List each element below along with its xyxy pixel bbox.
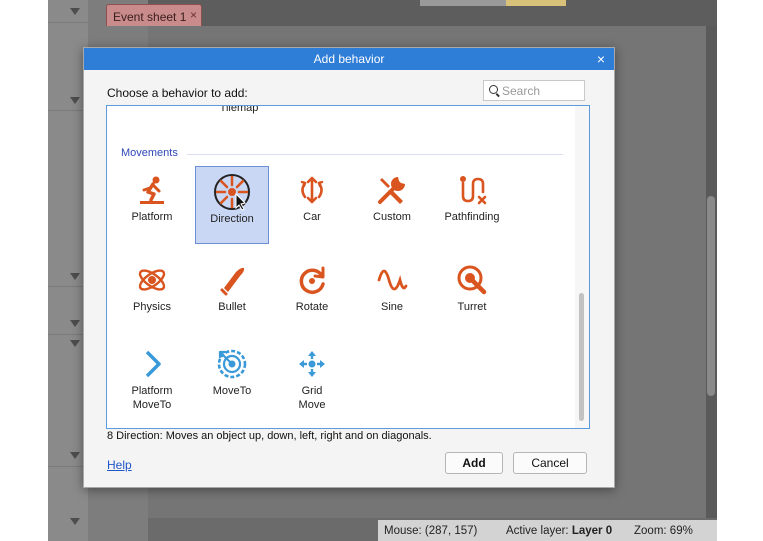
search-icon (489, 85, 498, 94)
collapse-arrow-icon[interactable] (70, 273, 80, 280)
collapse-arrow-icon[interactable] (70, 518, 80, 525)
target-icon (217, 349, 247, 379)
collapse-arrow-icon[interactable] (70, 340, 80, 347)
pathfinding-icon (460, 176, 487, 205)
collapse-arrow-icon[interactable] (70, 97, 80, 104)
behavior-list[interactable]: Tilemap Movements Platform Direction Car… (106, 105, 590, 429)
behavior-item-pathfinding[interactable]: Pathfinding (435, 166, 509, 244)
behavior-item-platform-moveto[interactable]: Platform MoveTo (115, 340, 189, 426)
behavior-item-label: Bullet (218, 301, 246, 313)
dialog-title: Add behavior (313, 52, 385, 66)
cancel-button[interactable]: Cancel (513, 452, 587, 474)
behavior-item-label: Grid Move (298, 385, 326, 411)
physics-icon (138, 269, 166, 291)
add-behavior-dialog: Add behavior × Choose a behavior to add:… (83, 47, 615, 488)
behavior-item-label: Pathfinding (444, 211, 500, 223)
chevron-right-icon (145, 350, 161, 378)
panel-row[interactable] (48, 312, 88, 335)
behavior-item-label: Car (303, 211, 321, 223)
behavior-item-direction[interactable]: Direction (195, 166, 269, 244)
panel-row[interactable] (48, 264, 88, 287)
add-button[interactable]: Add (445, 452, 503, 474)
dialog-prompt: Choose a behavior to add: (107, 86, 248, 100)
panel-row[interactable] (48, 444, 88, 467)
behavior-item-label: Sine (380, 301, 404, 313)
behavior-item-label: Rotate (295, 301, 329, 313)
search-box[interactable] (483, 80, 585, 101)
tab-label: Event sheet 1 (113, 10, 187, 24)
platform-icon (140, 176, 164, 204)
behavior-item-physics[interactable]: Physics (115, 256, 189, 334)
category-label: Movements (121, 147, 178, 159)
behavior-item-platform[interactable]: Platform (115, 166, 189, 244)
direction-icon (214, 174, 250, 211)
behavior-item-grid-move[interactable]: Grid Move (275, 340, 349, 426)
panel-row[interactable] (48, 0, 88, 23)
help-link[interactable]: Help (107, 458, 132, 472)
canvas-scrollbar[interactable] (706, 26, 717, 518)
scrollbar-thumb[interactable] (707, 196, 715, 396)
behavior-item-label: Platform (131, 211, 173, 223)
tab-bar (148, 0, 717, 26)
collapse-arrow-icon[interactable] (70, 8, 80, 15)
behavior-item-label: Platform MoveTo (131, 385, 173, 411)
collapse-arrow-icon[interactable] (70, 452, 80, 459)
project-panel (48, 0, 88, 541)
status-bar: Mouse: (287, 157) Active layer: Layer 0 … (378, 520, 717, 541)
list-item-partial-label[interactable]: Tilemap (211, 106, 267, 115)
behavior-item-label: MoveTo (212, 385, 252, 397)
turret-icon (457, 265, 487, 295)
mouse-status: Mouse: (287, 157) (384, 525, 478, 537)
rotate-icon (299, 266, 325, 294)
behavior-item-label: Custom (373, 211, 411, 223)
toolbar-segment (420, 0, 506, 6)
dialog-title-bar: Add behavior × (84, 48, 614, 70)
behavior-item-car[interactable]: Car (275, 166, 349, 244)
wrench-icon (378, 177, 405, 204)
behavior-item-turret[interactable]: Turret (435, 256, 509, 334)
close-icon[interactable]: × (597, 48, 605, 70)
behavior-description: 8 Direction: Moves an object up, down, l… (107, 430, 432, 442)
tab-close-icon[interactable]: × (190, 8, 197, 22)
collapse-arrow-icon[interactable] (70, 320, 80, 327)
behavior-item-moveto[interactable]: MoveTo (195, 340, 269, 418)
car-icon (300, 176, 324, 204)
behavior-item-label: Turret (457, 301, 487, 313)
scrollbar-thumb[interactable] (579, 293, 584, 421)
sine-icon (377, 269, 408, 291)
behavior-item-sine[interactable]: Sine (355, 256, 429, 334)
zoom-status: Zoom: 69% (634, 525, 693, 537)
search-input[interactable] (502, 83, 582, 98)
layer-status: Active layer: Layer 0 (506, 525, 613, 537)
list-scrollbar[interactable] (575, 106, 589, 428)
behavior-item-label: Direction (210, 213, 254, 225)
panel-row[interactable] (48, 88, 88, 111)
bullet-icon (220, 267, 245, 296)
behavior-item-bullet[interactable]: Bullet (195, 256, 269, 334)
toolbar-segment (506, 0, 566, 6)
behavior-item-label: Physics (133, 301, 171, 313)
category-divider (187, 154, 563, 155)
behavior-item-rotate[interactable]: Rotate (275, 256, 349, 334)
tab-event-sheet[interactable]: Event sheet 1 × (106, 4, 202, 26)
grid-move-icon (299, 351, 325, 377)
behavior-item-custom[interactable]: Custom (355, 166, 429, 244)
